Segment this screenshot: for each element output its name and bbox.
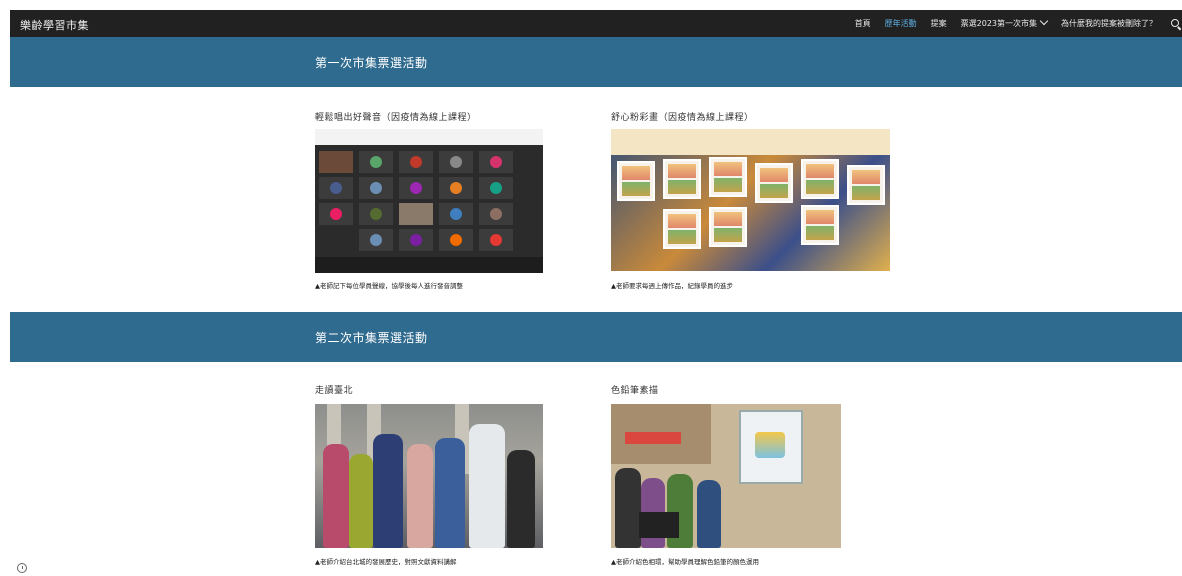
nav-proposal[interactable]: 提案 (931, 18, 947, 29)
pastel-artwork-collage (611, 129, 890, 271)
walking-tour-photo (315, 404, 543, 548)
nav-vote-2023-label: 票選2023第一次市集 (960, 19, 1037, 28)
card-title: 色鉛筆素描 (611, 386, 659, 396)
chevron-down-icon (1039, 16, 1049, 26)
classroom-photo (611, 404, 841, 548)
card-caption: ▲老師介紹色相環，幫助學員理解色鉛筆的顏色運用 (611, 558, 759, 566)
nav-why-deleted[interactable]: 為什麼我的提案被刪除了？ (1061, 18, 1157, 29)
card-caption: ▲老師介紹台北城的發展歷史，對照文獻資料講解 (315, 558, 457, 566)
activity-card-walking-taipei[interactable]: 走讀臺北 ▲老師介紹台北城的發展歷史，對照文獻資料講解 (315, 383, 555, 566)
section-title-second: 第二次市集票選活動 (315, 331, 428, 345)
search-icon[interactable] (1171, 19, 1182, 31)
section-banner-second: 第二次市集票選活動 (10, 312, 1182, 362)
card-caption: ▲老師記下每位學員聲線，協學後每人進行發音調整 (315, 282, 463, 290)
section-banner-first: 第一次市集票選活動 (10, 37, 1182, 87)
info-icon[interactable] (17, 563, 27, 573)
section-title-first: 第一次市集票選活動 (315, 56, 428, 70)
site-brand[interactable]: 樂齡學習市集 (20, 17, 89, 33)
nav-vote-2023[interactable]: 票選2023第一次市集 (960, 16, 1049, 29)
card-title: 走讀臺北 (315, 386, 354, 396)
online-meeting-screenshot (315, 129, 543, 273)
nav-home[interactable]: 首頁 (855, 18, 871, 29)
card-title: 舒心粉彩畫（因疫情為線上課程） (611, 113, 754, 123)
nav-past-events[interactable]: 歷年活動 (885, 18, 917, 29)
card-title: 輕鬆唱出好聲音（因疫情為線上課程） (315, 113, 477, 123)
card-caption: ▲老師要求每週上傳作品，紀錄學員的進步 (611, 282, 733, 290)
activity-card-color-pencil[interactable]: 色鉛筆素描 ▲老師介紹色相環，幫助學員理解色鉛筆的顏色運用 (611, 383, 851, 566)
top-navbar: 樂齡學習市集 首頁 歷年活動 提案 票選2023第一次市集 為什麼我的提案被刪除… (10, 10, 1182, 37)
activity-card-singing[interactable]: 輕鬆唱出好聲音（因疫情為線上課程） ▲老師記下每位學員聲線，協學後每人進行發音調… (315, 110, 555, 290)
activity-card-pastel[interactable]: 舒心粉彩畫（因疫情為線上課程） ▲老師要求每週上傳作品，紀錄學員的進步 (611, 110, 890, 290)
main-nav: 首頁 歷年活動 提案 票選2023第一次市集 為什麼我的提案被刪除了？ (841, 10, 1182, 37)
